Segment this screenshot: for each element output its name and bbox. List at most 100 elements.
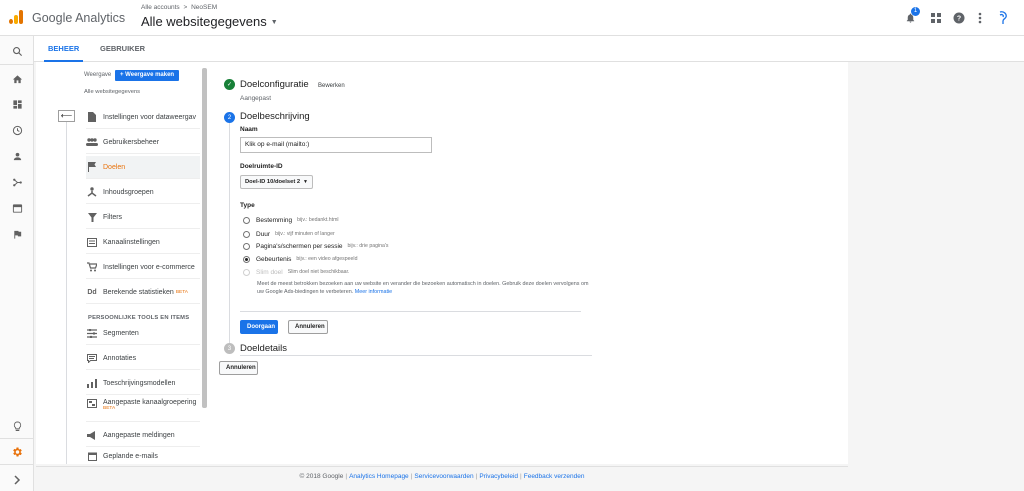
cancel-button[interactable]: Annuleren	[219, 361, 258, 375]
megaphone-icon	[86, 430, 98, 440]
behavior-icon[interactable]	[10, 201, 24, 215]
cancel-step-button[interactable]: Annuleren	[288, 320, 328, 334]
goal-slot-select[interactable]: Doel-ID 10/doelset 2 ▼	[240, 175, 313, 189]
breadcrumb[interactable]: Alle accounts > NeoSEM	[141, 4, 217, 11]
radio-button[interactable]	[243, 230, 250, 238]
home-icon[interactable]	[10, 72, 24, 86]
apps-grid-icon	[931, 13, 941, 23]
admin-gear-icon[interactable]	[10, 445, 24, 459]
edit-link[interactable]: Bewerken	[318, 83, 345, 89]
notifications-button[interactable]: 1	[903, 7, 920, 25]
menu-item-custom-channel-grouping[interactable]: Aangepaste kanaalgroepering BETA	[86, 397, 200, 422]
caret-down-icon[interactable]: ▼	[271, 19, 278, 26]
radio-button[interactable]	[243, 242, 250, 250]
slot-label: Doelruimte-ID	[240, 163, 283, 170]
view-title[interactable]: Alle websitegegevens	[141, 14, 267, 29]
divider	[240, 311, 581, 312]
type-example: Slim doel niet beschikbaar.	[287, 269, 350, 275]
footer-separator: |	[410, 473, 413, 480]
menu-item-scheduled-emails[interactable]: Geplande e-mails	[86, 448, 200, 464]
menu-item-channel-settings[interactable]: Kanaalinstellingen	[86, 231, 200, 254]
help-text: Meet de meest betrokken bezoeken aan uw …	[257, 281, 589, 295]
menu-item-label: Segmenten	[103, 329, 139, 337]
smart-goal-help-text: Meet de meest betrokken bezoeken aan uw …	[257, 280, 589, 296]
left-rail	[0, 36, 34, 491]
menu-item-custom-alerts[interactable]: Aangepaste meldingen	[86, 424, 200, 447]
goal-config-title: Doelconfiguratie	[240, 79, 309, 90]
type-option-event[interactable]: Gebeurtenis bijv.: een video afgespeeld	[243, 254, 357, 264]
current-view-name[interactable]: Alle websitegegevens	[84, 89, 140, 95]
menu-item-content-groups[interactable]: Inhoudsgroepen	[86, 181, 200, 204]
footer-link[interactable]: Analytics Homepage	[349, 473, 409, 480]
notification-badge: 1	[911, 7, 920, 16]
footer-link[interactable]: Servicevoorwaarden	[414, 473, 473, 480]
lightbulb-icon[interactable]	[10, 419, 24, 433]
menu-item-label: Filters	[103, 213, 123, 221]
radio-label: Pagina's/schermen per sessie	[256, 242, 343, 250]
svg-text:?: ?	[957, 16, 961, 23]
channel-grouping-icon	[86, 399, 98, 408]
step-connector	[229, 123, 230, 343]
conversions-flag-icon[interactable]	[10, 227, 24, 241]
type-option-destination[interactable]: Bestemming bijv.: bedankt.html	[243, 215, 339, 225]
breadcrumb-item[interactable]: Alle accounts	[141, 4, 180, 11]
menu-item-ecommerce-settings[interactable]: Instellingen voor e-commerce	[86, 256, 200, 279]
menu-scrollbar[interactable]	[202, 68, 207, 408]
caret-down-icon: ▼	[303, 179, 308, 185]
help-button[interactable]: ?	[952, 11, 966, 25]
view-selector[interactable]: Alle websitegegevens ▼	[141, 14, 278, 29]
type-example: bijv.: bedankt.html	[297, 217, 339, 223]
menu-item-calculated-metrics[interactable]: Dd Berekende statistieken BETA	[86, 281, 200, 304]
radio-button-selected[interactable]	[243, 255, 250, 263]
divider	[240, 355, 592, 356]
menu-item-annotations[interactable]: Annotaties	[86, 347, 200, 370]
menu-item-view-settings[interactable]: Instellingen voor dataweergav	[86, 106, 200, 129]
breadcrumb-item[interactable]: NeoSEM	[191, 4, 217, 11]
menu-item-label: Gebruikersbeheer	[103, 138, 160, 146]
dashboard-icon[interactable]	[10, 97, 24, 111]
menu-item-segments[interactable]: Segmenten	[86, 322, 200, 345]
menu-item-attribution-models[interactable]: Toeschrijvingsmodellen	[86, 372, 200, 395]
realtime-clock-icon[interactable]	[10, 123, 24, 137]
analytics-logo-icon[interactable]	[9, 10, 23, 24]
acquisition-icon[interactable]	[10, 175, 24, 189]
footer-link[interactable]: Feedback verzenden	[524, 473, 585, 480]
goal-details-title: Doeldetails	[240, 343, 287, 354]
channel-icon	[86, 237, 98, 247]
document-icon	[86, 112, 98, 122]
audience-person-icon[interactable]	[10, 149, 24, 163]
type-option-pages-per-session[interactable]: Pagina's/schermen per sessie bijv.: drie…	[243, 241, 389, 251]
learn-more-link[interactable]: Meer informatie	[355, 289, 392, 295]
admin-tabs: BEHEER GEBRUIKER	[34, 36, 1024, 62]
menu-item-user-management[interactable]: Gebruikersbeheer	[86, 131, 200, 154]
tab-beheer[interactable]: BEHEER	[44, 36, 84, 62]
tab-gebruiker[interactable]: GEBRUIKER	[96, 36, 149, 62]
menu-item-label: Kanaalinstellingen	[103, 238, 160, 246]
arrow-left-icon: ⟵	[60, 111, 73, 120]
goal-name-input[interactable]: Klik op e-mail (mailto:)	[240, 137, 432, 153]
menu-item-label: Berekende statistieken	[103, 288, 174, 296]
more-options-button[interactable]	[973, 11, 987, 25]
menu-item-goals[interactable]: Doelen	[86, 156, 200, 179]
type-option-smart-goal: Slim doel Slim doel niet beschikbaar.	[243, 267, 349, 277]
menu-item-label: Toeschrijvingsmodellen	[103, 379, 176, 387]
type-example: bijv.: vijf minuten of langer	[275, 231, 335, 237]
continue-button[interactable]: Doorgaan	[240, 320, 278, 334]
make-view-button[interactable]: + Weergave maken	[115, 70, 180, 81]
expand-chevron-icon[interactable]	[10, 473, 24, 487]
menu-item-label: Inhoudsgroepen	[103, 188, 154, 196]
menu-item-label: Geplande e-mails	[103, 452, 158, 460]
radio-button[interactable]	[243, 216, 250, 224]
step-number-badge: 3	[224, 343, 235, 354]
account-avatar[interactable]	[996, 11, 1010, 25]
type-option-duration[interactable]: Duur bijv.: vijf minuten of langer	[243, 229, 335, 239]
menu-item-label: Doelen	[103, 163, 126, 171]
menu-item-filters[interactable]: Filters	[86, 206, 200, 229]
product-name[interactable]: Google Analytics	[32, 11, 125, 25]
back-arrow-button[interactable]: ⟵	[58, 110, 75, 122]
apps-button[interactable]	[929, 11, 943, 25]
cart-icon	[86, 262, 98, 272]
menu-item-label: Instellingen voor e-commerce	[103, 263, 195, 271]
footer-link[interactable]: Privacybeleid	[479, 473, 518, 480]
search-icon[interactable]	[10, 44, 24, 58]
